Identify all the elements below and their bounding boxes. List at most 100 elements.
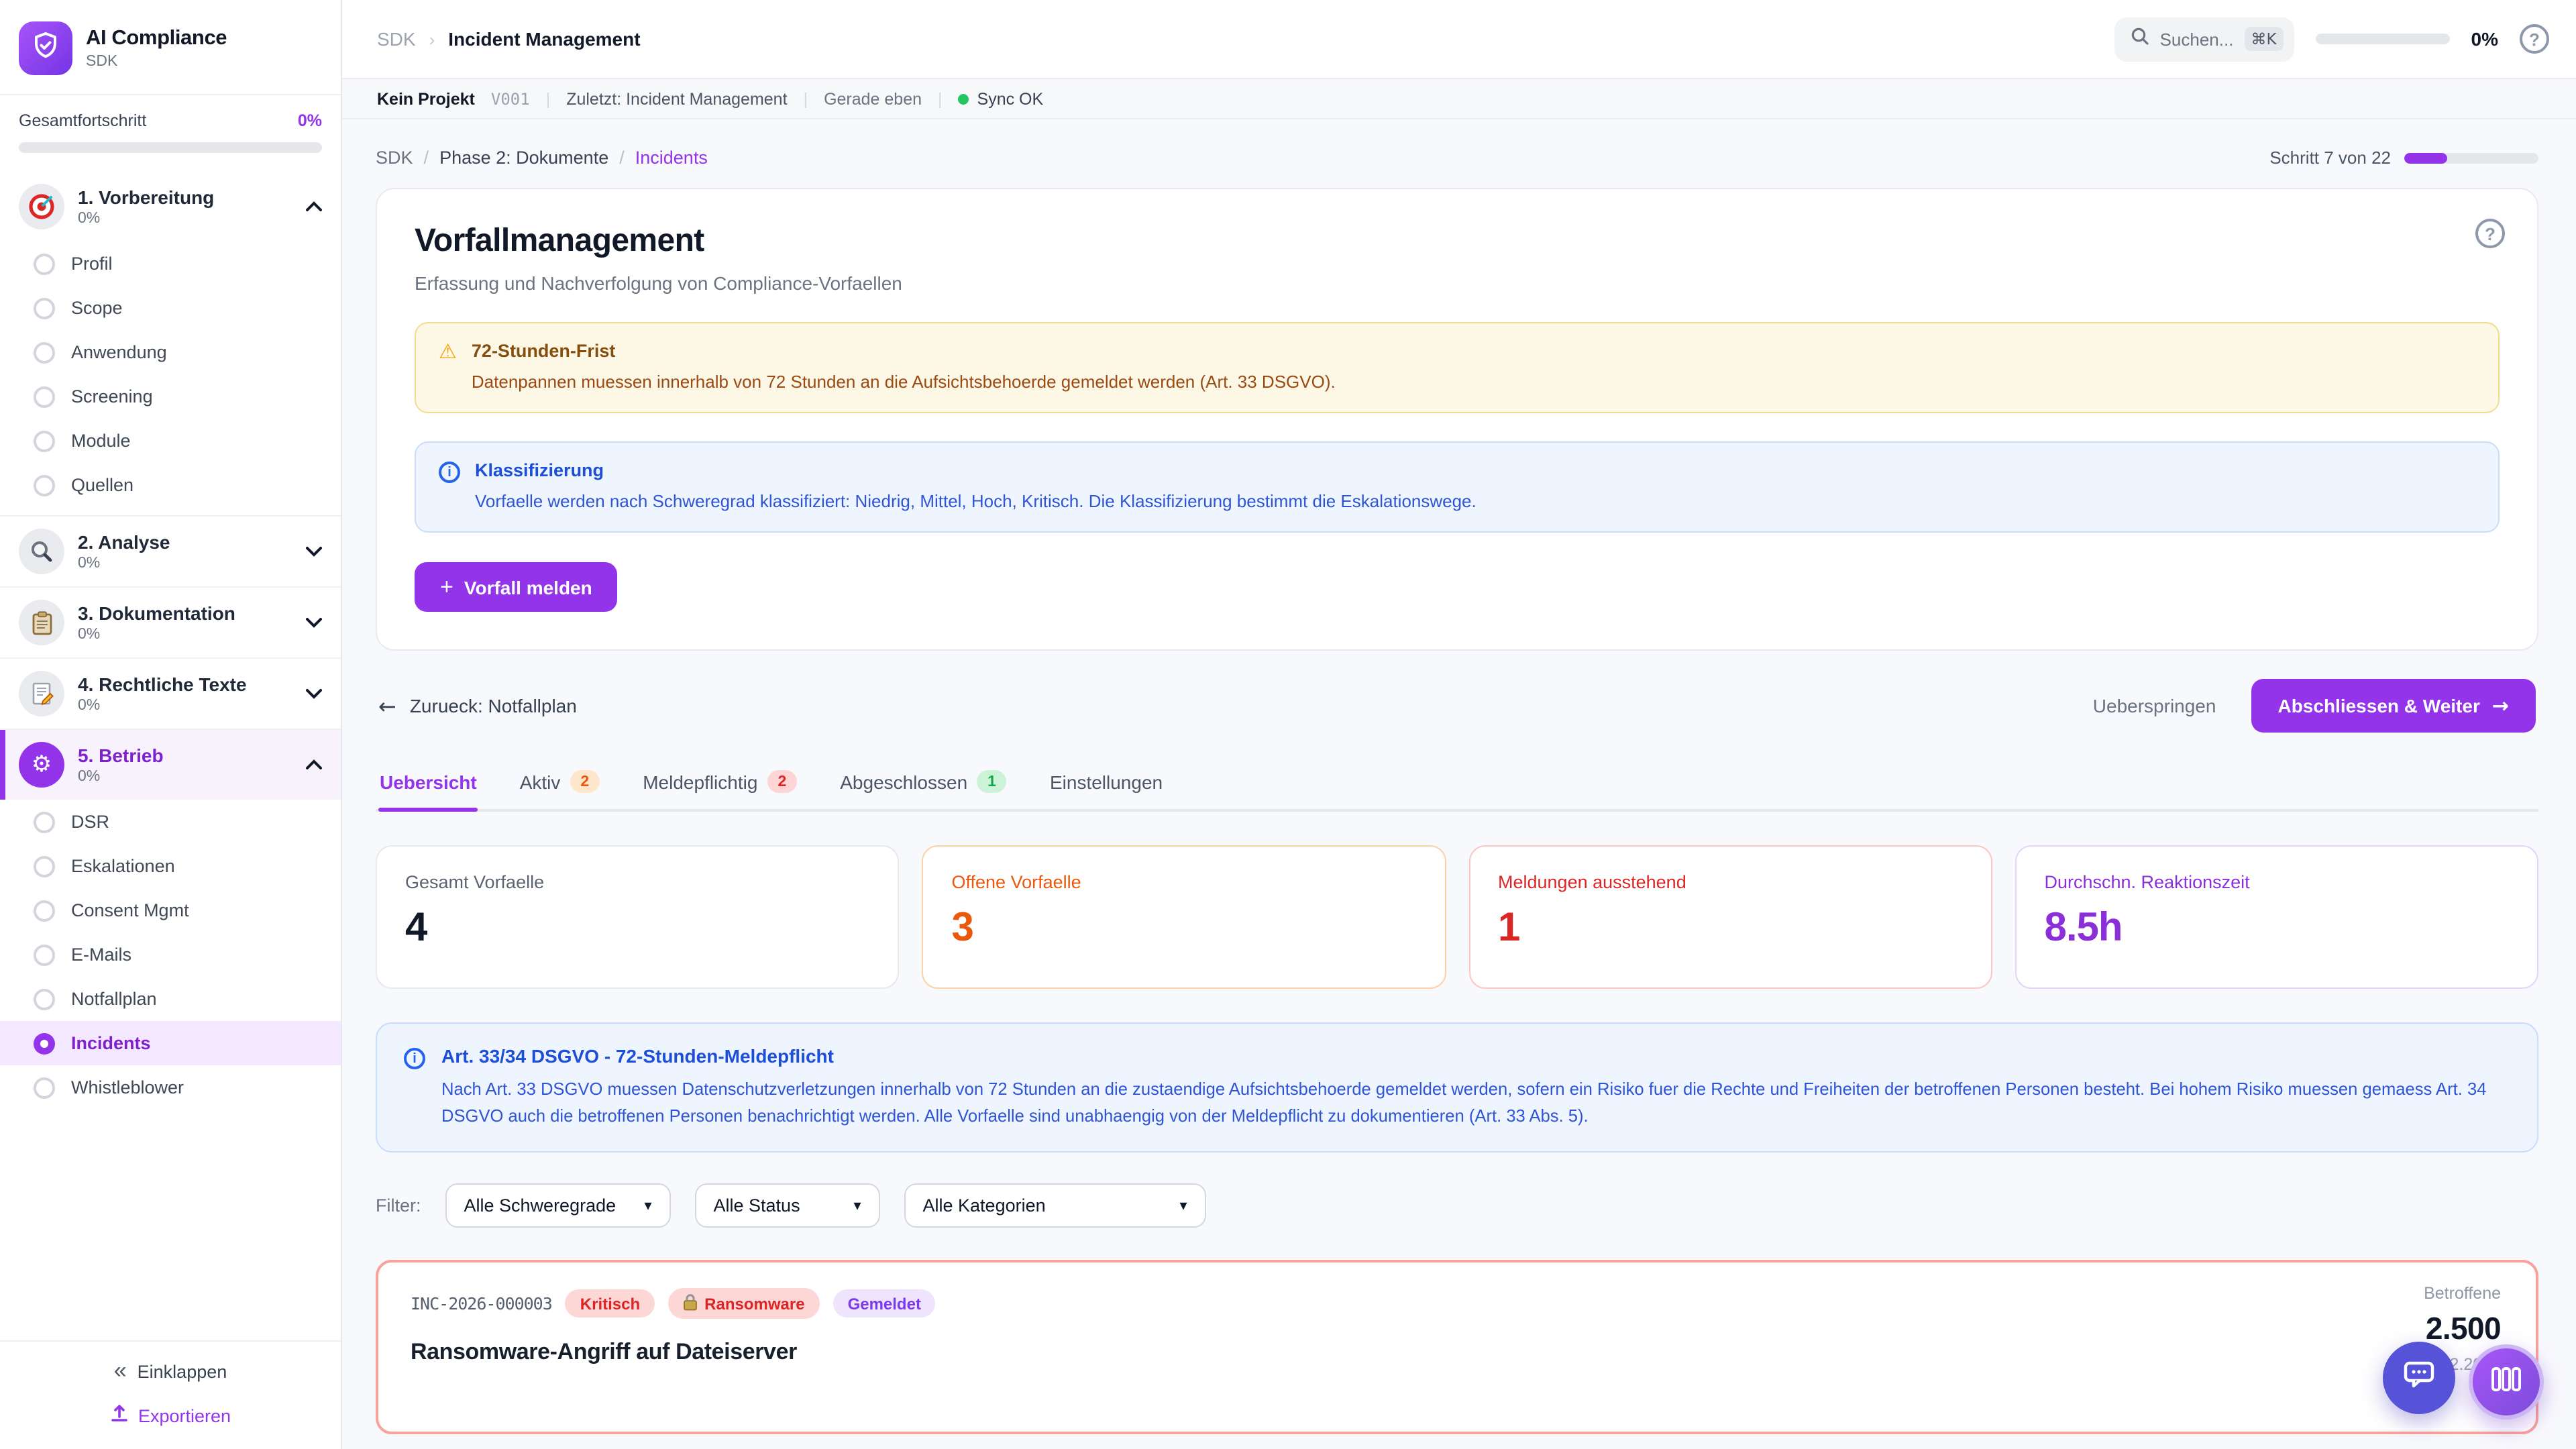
affected-value: 2.500: [2424, 1311, 2501, 1347]
status-filter-select[interactable]: Alle Status ▾: [695, 1183, 880, 1228]
category-filter-select[interactable]: Alle Kategorien ▾: [904, 1183, 1206, 1228]
export-button[interactable]: Exportieren: [0, 1403, 341, 1428]
tab-badge: 2: [570, 771, 600, 794]
status-badge: Gemeldet: [833, 1289, 936, 1318]
tab-bar: Uebersicht Aktiv 2 Meldepflichtig 2 Abge…: [376, 765, 2538, 812]
card-help-icon[interactable]: ?: [2475, 219, 2505, 248]
tab-meldepflichtig[interactable]: Meldepflichtig 2: [641, 765, 798, 810]
warning-title: 72-Stunden-Frist: [472, 341, 1336, 361]
breadcrumb-incidents: Incidents: [635, 148, 708, 168]
sidebar-item-emails[interactable]: E-Mails: [0, 932, 341, 977]
sidebar-item-quellen[interactable]: Quellen: [0, 463, 341, 507]
version-badge: V001: [491, 89, 530, 108]
target-icon: [19, 184, 64, 229]
affected-label: Betroffene: [2424, 1284, 2501, 1303]
keyboard-shortcut-badge: ⌘K: [2244, 27, 2283, 51]
sidebar-section-vorbereitung[interactable]: 1. Vorbereitung 0%: [0, 172, 341, 241]
step-circle-icon: [34, 253, 55, 274]
sidebar-footer: « Einklappen Exportieren: [0, 1340, 341, 1449]
step-circle-icon: [34, 900, 55, 921]
clipboard-icon: [19, 600, 64, 645]
last-step-label: Zuletzt: Incident Management: [566, 89, 787, 108]
sidebar-item-module[interactable]: Module: [0, 419, 341, 463]
stat-card-total: Gesamt Vorfaelle 4: [376, 846, 900, 989]
gdpr-panel-body: Nach Art. 33 DSGVO muessen Datenschutzve…: [441, 1077, 2508, 1130]
kanban-columns-icon: [2490, 1364, 2522, 1400]
sidebar-item-screening[interactable]: Screening: [0, 374, 341, 419]
sidebar-item-profil[interactable]: Profil: [0, 241, 341, 286]
gear-icon: ⚙: [19, 742, 64, 788]
app-logo: [19, 21, 72, 75]
breadcrumb-root[interactable]: SDK: [377, 28, 416, 50]
divider: |: [804, 89, 808, 108]
sidebar-section-dokumentation[interactable]: 3. Dokumentation 0%: [0, 588, 341, 657]
sidebar-item-eskalationen[interactable]: Eskalationen: [0, 844, 341, 888]
tab-abgeschlossen[interactable]: Abgeschlossen 1: [839, 765, 1008, 810]
tab-aktiv[interactable]: Aktiv 2: [519, 765, 602, 810]
info-title: Klassifizierung: [475, 460, 1477, 480]
sidebar-item-whistleblower[interactable]: Whistleblower: [0, 1065, 341, 1110]
sidebar-header: AI Compliance SDK: [0, 0, 341, 95]
search-icon: [2131, 26, 2149, 52]
incident-card[interactable]: INC-2026-000003 Kritisch Ransomware Geme…: [376, 1260, 2538, 1434]
lock-icon: [683, 1293, 698, 1314]
chevron-down-icon: ▾: [1179, 1197, 1187, 1214]
chat-button[interactable]: [2383, 1342, 2455, 1414]
topbar-breadcrumb: SDK › Incident Management: [377, 28, 641, 50]
gdpr-info-panel: i Art. 33/34 DSGVO - 72-Stunden-Meldepfl…: [376, 1023, 2538, 1152]
overall-progress-label: Gesamtfortschritt: [19, 111, 146, 130]
plus-icon: +: [440, 576, 453, 599]
shield-check-icon: [30, 29, 62, 68]
step-progress: Schritt 7 von 22: [2269, 148, 2538, 168]
step-label: Schritt 7 von 22: [2269, 148, 2391, 168]
sidebar-item-anwendung[interactable]: Anwendung: [0, 330, 341, 374]
breadcrumb-phase[interactable]: Phase 2: Dokumente: [439, 148, 608, 168]
page-breadcrumb-row: SDK / Phase 2: Dokumente / Incidents Sch…: [376, 148, 2538, 168]
stat-card-open: Offene Vorfaelle 3: [922, 846, 1446, 989]
kanban-panel-button[interactable]: [2469, 1344, 2544, 1419]
app-subtitle: SDK: [86, 54, 227, 70]
page-subtitle: Erfassung und Nachverfolgung von Complia…: [415, 272, 2500, 294]
sidebar-section-analyse[interactable]: 2. Analyse 0%: [0, 517, 341, 586]
incident-title: Ransomware-Angriff auf Dateiserver: [411, 1339, 2504, 1366]
project-name: Kein Projekt: [377, 89, 475, 108]
complete-next-button[interactable]: Abschliessen & Weiter →: [2251, 680, 2536, 733]
sidebar-item-dsr[interactable]: DSR: [0, 800, 341, 844]
sync-ok-dot-icon: [959, 93, 969, 104]
tab-einstellungen[interactable]: Einstellungen: [1049, 765, 1164, 810]
filter-label: Filter:: [376, 1195, 421, 1216]
app-title: AI Compliance: [86, 27, 227, 51]
overall-progress-bar: [19, 142, 322, 153]
back-link[interactable]: ← Zurueck: Notfallplan: [378, 694, 577, 719]
chevron-down-icon: ▾: [644, 1197, 651, 1214]
status-bar: Kein Projekt V001 | Zuletzt: Incident Ma…: [342, 79, 2576, 119]
skip-button[interactable]: Ueberspringen: [2093, 696, 2216, 717]
sidebar-item-notfallplan[interactable]: Notfallplan: [0, 977, 341, 1021]
sidebar-section-betrieb[interactable]: ⚙ 5. Betrieb 0%: [0, 730, 341, 800]
sidebar-section-rechtliche-texte[interactable]: 4. Rechtliche Texte 0%: [0, 659, 341, 729]
help-icon[interactable]: ?: [2520, 24, 2549, 54]
filter-row: Filter: Alle Schweregrade ▾ Alle Status …: [376, 1183, 2538, 1228]
magnifier-icon: [19, 529, 64, 574]
severity-filter-select[interactable]: Alle Schweregrade ▾: [445, 1183, 671, 1228]
chevron-down-icon: [306, 682, 322, 706]
sidebar-item-incidents[interactable]: Incidents: [0, 1021, 341, 1065]
tab-uebersicht[interactable]: Uebersicht: [378, 765, 478, 810]
divider: |: [938, 89, 943, 108]
collapse-sidebar-button[interactable]: « Einklappen: [114, 1358, 227, 1385]
double-chevron-left-icon: «: [114, 1358, 127, 1385]
sidebar-item-scope[interactable]: Scope: [0, 286, 341, 330]
step-circle-icon: [34, 341, 55, 363]
chevron-up-icon: [306, 195, 322, 219]
search-input[interactable]: Suchen... ⌘K: [2114, 17, 2294, 61]
page-title: Vorfallmanagement: [415, 223, 2500, 260]
sidebar-item-consent-mgmt[interactable]: Consent Mgmt: [0, 888, 341, 932]
deadline-warning-note: ⚠ 72-Stunden-Frist Datenpannen muessen i…: [415, 322, 2500, 413]
warning-body: Datenpannen muessen innerhalb von 72 Stu…: [472, 370, 1336, 394]
step-circle-icon: [34, 297, 55, 319]
chat-bubble-icon: [2402, 1358, 2436, 1397]
radio-active-icon: [34, 1032, 55, 1054]
breadcrumb-sdk[interactable]: SDK: [376, 148, 413, 168]
stats-row: Gesamt Vorfaelle 4 Offene Vorfaelle 3 Me…: [376, 846, 2538, 989]
report-incident-button[interactable]: + Vorfall melden: [415, 563, 618, 612]
